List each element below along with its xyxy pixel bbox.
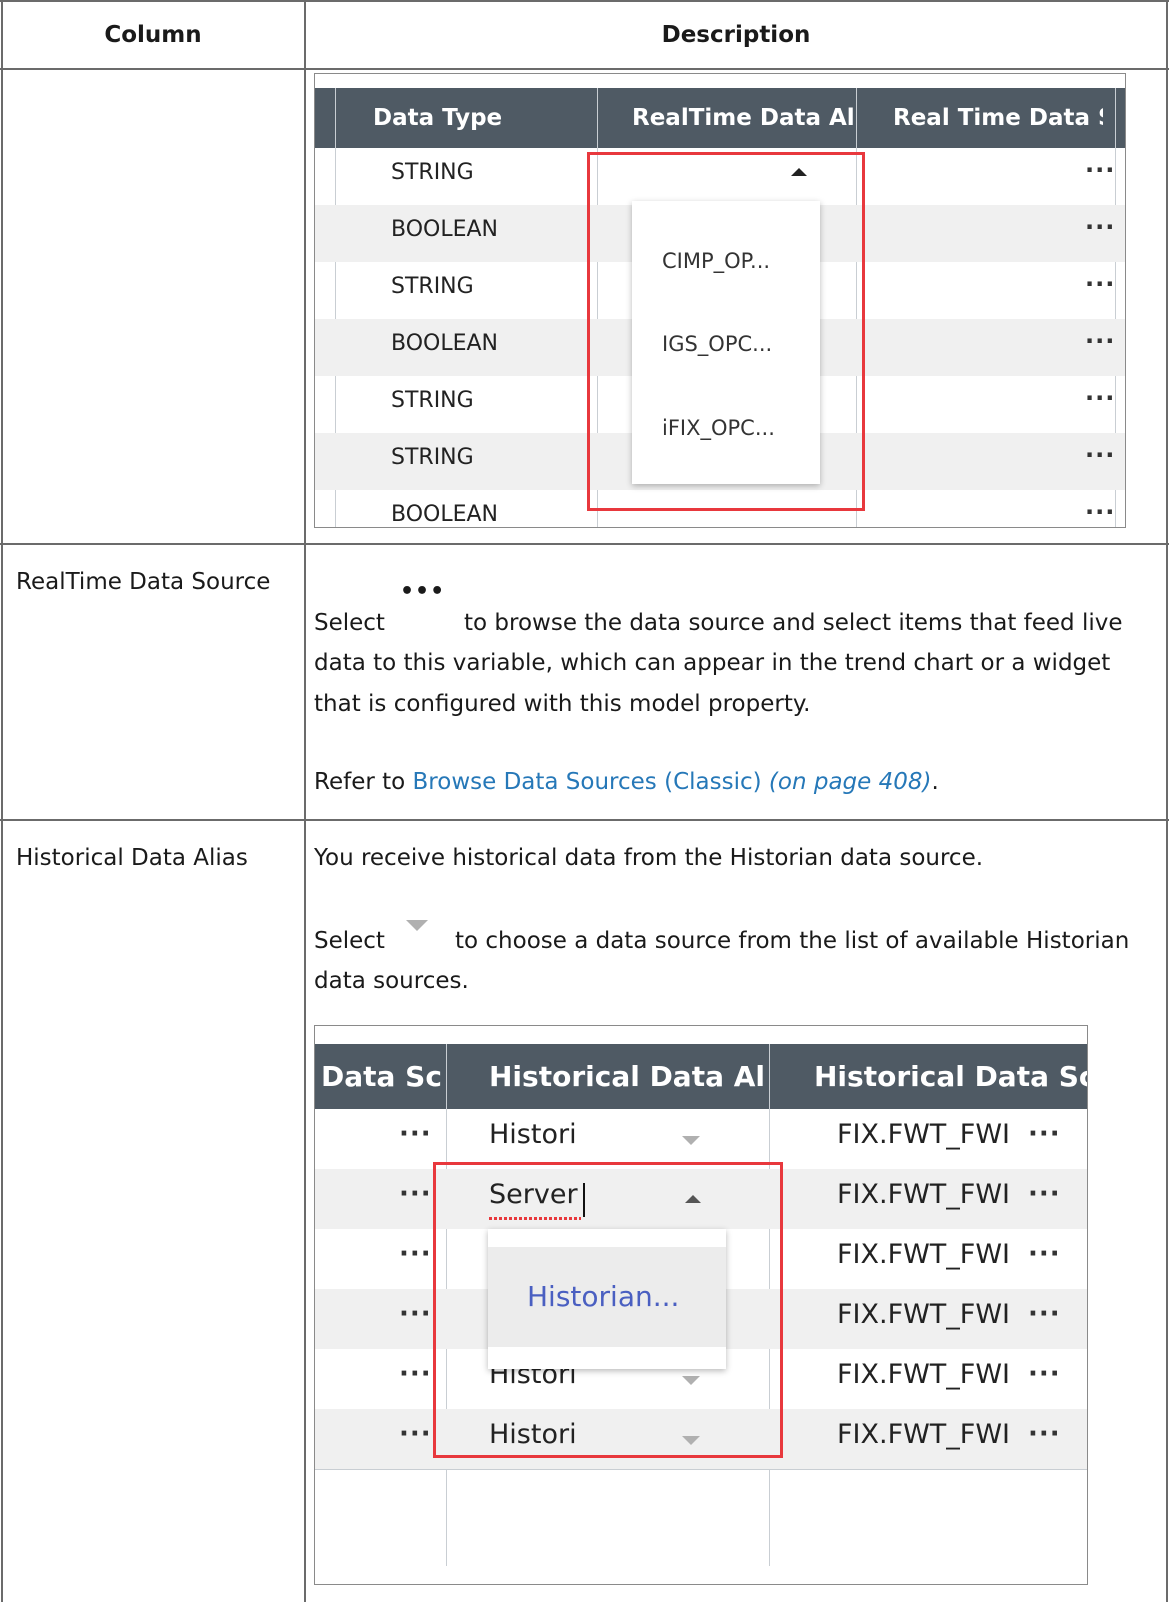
realtime-alias-screenshot: Data Type RealTime Data Ali Real Time Da… bbox=[314, 73, 1126, 528]
row-divider bbox=[0, 543, 1169, 545]
browse-button[interactable]: ··· bbox=[1085, 441, 1115, 469]
grid-header-cell: Real Time Data Sc bbox=[893, 105, 1103, 131]
ellipsis-icon: ••• bbox=[400, 579, 446, 604]
table-border-left bbox=[1, 0, 3, 1602]
table-border-right bbox=[1166, 0, 1168, 1602]
browse-button[interactable]: ··· bbox=[1085, 384, 1115, 412]
browse-button[interactable]: ··· bbox=[1028, 1239, 1061, 1269]
refer-suffix: . bbox=[931, 769, 939, 795]
browse-button[interactable]: ··· bbox=[399, 1359, 432, 1389]
source-value: FIX.FWT_FWI bbox=[837, 1419, 1010, 1450]
browse-button[interactable]: ··· bbox=[399, 1419, 432, 1449]
source-value: FIX.FWT_FWI bbox=[837, 1299, 1010, 1330]
description-line: to choose a data source from the list of… bbox=[455, 928, 1130, 954]
description-header: Description bbox=[661, 22, 811, 48]
page-reference-link[interactable]: (on page 408) bbox=[769, 769, 932, 795]
alias-value: Histori bbox=[489, 1119, 577, 1150]
data-type-value: BOOLEAN bbox=[391, 331, 499, 356]
grid-header-cell: Data Sc bbox=[321, 1060, 442, 1093]
browse-button[interactable]: ··· bbox=[1028, 1179, 1061, 1209]
description-line: data to this variable, which can appear … bbox=[314, 650, 1111, 676]
description-line: data sources. bbox=[314, 968, 469, 994]
browse-button[interactable]: ··· bbox=[399, 1119, 432, 1149]
grid-bottom-line bbox=[315, 1469, 1087, 1470]
data-type-value: STRING bbox=[391, 274, 474, 299]
row-label-historical-data-alias: Historical Data Alias bbox=[16, 845, 248, 871]
dropdown-arrow-icon bbox=[406, 920, 428, 931]
browse-button[interactable]: ··· bbox=[1028, 1119, 1061, 1149]
source-value: FIX.FWT_FWI bbox=[837, 1119, 1010, 1150]
data-type-value: BOOLEAN bbox=[391, 217, 499, 242]
select-word: Select bbox=[314, 610, 385, 636]
source-value: FIX.FWT_FWI bbox=[837, 1239, 1010, 1270]
table-row: ··· Histori FIX.FWT_FWI ··· bbox=[315, 1109, 1087, 1169]
browse-button[interactable]: ··· bbox=[1085, 270, 1115, 298]
documentation-table: Column Description Data Type RealTime Da… bbox=[0, 0, 1169, 1602]
browse-button[interactable]: ··· bbox=[399, 1239, 432, 1269]
description-line: to browse the data source and select ite… bbox=[464, 610, 1123, 636]
description-line: that is configured with this model prope… bbox=[314, 691, 811, 717]
data-type-value: BOOLEAN bbox=[391, 502, 499, 527]
data-type-value: STRING bbox=[391, 445, 474, 470]
highlight-box bbox=[433, 1162, 783, 1458]
grid-header-cell: Data Type bbox=[373, 105, 503, 131]
grid-header: Data Type RealTime Data Ali Real Time Da… bbox=[315, 88, 1125, 148]
grid-header-cell: Historical Data Al bbox=[489, 1060, 765, 1093]
grid-header: Data Sc Historical Data Al Historical Da… bbox=[315, 1044, 1087, 1109]
column-header: Column bbox=[104, 22, 202, 48]
browse-button[interactable]: ··· bbox=[1028, 1299, 1061, 1329]
browse-button[interactable]: ··· bbox=[1085, 213, 1115, 241]
data-type-value: STRING bbox=[391, 388, 474, 413]
browse-data-sources-link[interactable]: Browse Data Sources (Classic) bbox=[413, 769, 762, 795]
select-word: Select bbox=[314, 928, 385, 954]
browse-button[interactable]: ··· bbox=[1085, 327, 1115, 355]
browse-button[interactable]: ··· bbox=[1028, 1359, 1061, 1389]
row-label-realtime-data-source: RealTime Data Source bbox=[16, 569, 271, 595]
browse-button[interactable]: ··· bbox=[1028, 1419, 1061, 1449]
historical-alias-screenshot: Data Sc Historical Data Al Historical Da… bbox=[314, 1025, 1088, 1585]
row-divider bbox=[0, 819, 1169, 821]
grid-header-cell: Historical Data Sc bbox=[814, 1060, 1088, 1093]
description-intro: You receive historical data from the His… bbox=[314, 845, 984, 871]
browse-button[interactable]: ··· bbox=[399, 1299, 432, 1329]
dropdown-arrow-icon[interactable] bbox=[682, 1136, 700, 1145]
source-value: FIX.FWT_FWI bbox=[837, 1359, 1010, 1390]
browse-button[interactable]: ··· bbox=[1085, 156, 1115, 184]
source-value: FIX.FWT_FWI bbox=[837, 1179, 1010, 1210]
data-type-value: STRING bbox=[391, 160, 474, 185]
browse-button[interactable]: ··· bbox=[1085, 498, 1115, 526]
refer-line: Refer to Browse Data Sources (Classic) (… bbox=[314, 762, 939, 802]
browse-button[interactable]: ··· bbox=[399, 1179, 432, 1209]
grid-header-cell: RealTime Data Ali bbox=[632, 105, 855, 131]
highlight-box bbox=[587, 152, 865, 511]
refer-prefix: Refer to bbox=[314, 769, 413, 795]
table-column-divider bbox=[304, 0, 306, 1602]
